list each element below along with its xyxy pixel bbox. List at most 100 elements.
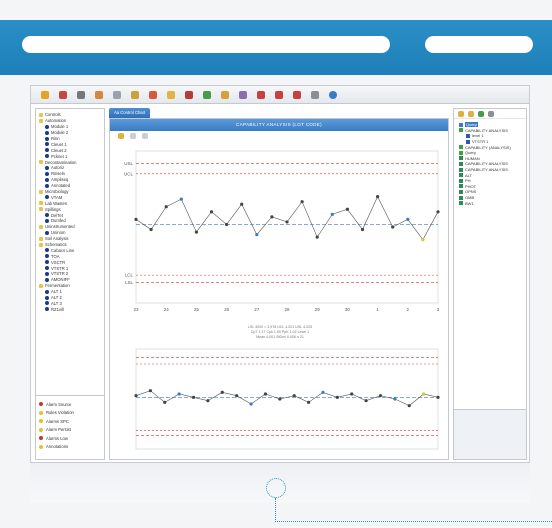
x-tick-label: 1 [376, 307, 379, 312]
node-icon [459, 167, 463, 172]
item-icon [45, 260, 49, 265]
delete-icon[interactable] [59, 90, 67, 99]
tree-item-label: Decontamination [45, 159, 77, 165]
x-tick-label: 23 [133, 307, 139, 312]
navigation-tree-panel: Controls Automation Module 1 Module 2 Rinn Cl… [35, 108, 105, 460]
refresh-icon[interactable] [142, 133, 148, 139]
tab-control-chart[interactable]: Aa Control Chart [109, 108, 151, 118]
legend-swatch [39, 410, 43, 415]
data-point [163, 400, 167, 404]
query-toolbar [454, 109, 526, 119]
check-icon[interactable] [203, 90, 211, 99]
node-icon [459, 128, 463, 133]
y-tick-label: USL [124, 161, 133, 166]
tree-item-label: Microbiology [45, 189, 69, 195]
wand-icon[interactable] [131, 90, 139, 99]
query-tree-label: CAPABILITY (ANALYSIS) [465, 144, 511, 150]
banner-button[interactable] [425, 36, 533, 53]
copy-icon[interactable] [130, 133, 136, 139]
query-panel: Query CAPABILITY ANALYSIS level 1 VTSTR 1 CA… [453, 108, 527, 460]
query-tree-label: OPNS [465, 189, 477, 195]
tree-item-label: VTSTR 2 [51, 271, 69, 277]
data-point [335, 395, 339, 399]
item-icon [45, 130, 49, 135]
brush-icon[interactable] [221, 90, 229, 99]
query-tree-label: CAPABILITY ANALYSIS [465, 167, 508, 173]
zoom-icon[interactable] [118, 133, 124, 139]
settings-icon[interactable] [488, 111, 494, 117]
data-point [249, 402, 253, 406]
data-point [220, 390, 224, 394]
query-tree-label: PH [465, 178, 471, 184]
help-icon[interactable] [329, 90, 337, 99]
folder-icon[interactable] [458, 111, 464, 117]
folder-icon [39, 189, 43, 194]
node-icon [459, 189, 463, 194]
y-tick-label: UCL [124, 171, 133, 176]
tree-item-label: Annotated [51, 183, 71, 189]
query-tree-item[interactable]: BW1 [457, 200, 523, 206]
node-icon [459, 156, 463, 161]
tree-item[interactable]: RZ1vill [38, 306, 102, 312]
x-tick-label: 25 [194, 307, 200, 312]
target-icon[interactable] [275, 90, 283, 99]
pencil-icon[interactable] [41, 90, 49, 99]
tree-item-label: Soil Analysis [45, 236, 69, 242]
node-icon [459, 178, 463, 183]
edit-icon[interactable] [167, 90, 175, 99]
query-tree-label: level 1 [472, 133, 484, 139]
run-icon[interactable] [478, 111, 484, 117]
branch-icon[interactable] [95, 90, 103, 99]
item-icon [45, 271, 49, 276]
item-icon [45, 183, 49, 188]
link-icon[interactable] [239, 90, 247, 99]
tree-item-label: Cleuet 1 [51, 141, 67, 147]
chart-icon[interactable] [149, 90, 157, 99]
legend-item: Alarm Source [39, 400, 101, 409]
x-tick-label: 26 [224, 307, 230, 312]
print-icon[interactable] [113, 90, 121, 99]
tree-item-label: VTAM [51, 194, 63, 200]
data-point [134, 217, 138, 221]
x-tick-label: 28 [284, 307, 290, 312]
tree-item-label: Module 2 [51, 130, 69, 136]
tool-icon[interactable] [311, 90, 319, 99]
node-icon [459, 173, 463, 178]
data-point [206, 399, 210, 403]
flag-icon[interactable] [293, 90, 301, 99]
node-icon [459, 201, 463, 206]
data-point [148, 389, 152, 393]
data-point [422, 392, 426, 396]
tree-item-label: AMONIFF [51, 277, 70, 283]
control-chart-top[interactable]: USL UCL LCL LSL 23 24 25 26 27 28 29 30 1 2 3 [114, 143, 444, 323]
tree-item-label: Cleuet 2 [51, 147, 67, 153]
cursor-icon[interactable] [77, 90, 85, 99]
main-toolbar [31, 86, 529, 104]
chart-area: CAPABILITY ANALYSIS (LOT CODE) USL UCL LCL… [109, 118, 449, 460]
data-point [350, 392, 354, 396]
chart-header: CAPABILITY ANALYSIS (LOT CODE) [110, 119, 448, 131]
y-tick-label: LCL [125, 273, 134, 278]
data-point [270, 215, 274, 219]
x-tick-label: 3 [437, 307, 440, 312]
item-icon [45, 142, 49, 147]
marker-icon[interactable] [185, 90, 193, 99]
open-icon[interactable] [468, 111, 474, 117]
properties-pane [454, 409, 526, 459]
x-tick-label: 30 [345, 307, 351, 312]
data-point [315, 235, 319, 239]
item-icon [45, 266, 49, 271]
arrow-icon[interactable] [257, 90, 265, 99]
data-point [306, 400, 311, 404]
callout-line-vertical [275, 498, 276, 522]
folder-icon [39, 118, 43, 123]
data-point [407, 404, 411, 408]
document-tabs: Aa Control Chart [109, 108, 449, 118]
data-point [149, 227, 153, 232]
item-icon [45, 148, 49, 153]
control-chart-bottom[interactable] [114, 341, 444, 457]
data-point [421, 238, 425, 242]
legend-item: Alarms SPC [39, 417, 101, 426]
data-point [235, 394, 239, 398]
legend-swatch [39, 419, 43, 424]
